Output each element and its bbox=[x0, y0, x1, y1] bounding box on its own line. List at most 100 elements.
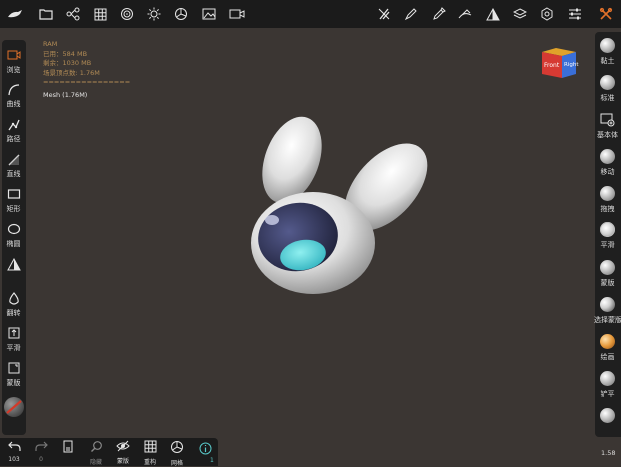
mesh-item[interactable]: Mesh (1.76M) bbox=[43, 91, 130, 101]
left-tool-label: 蒙版 bbox=[6, 379, 21, 387]
symmetry-icon bbox=[6, 257, 21, 272]
move-brush-icon bbox=[600, 149, 615, 164]
brush-icon[interactable] bbox=[402, 5, 420, 23]
left-tool-label: 矩形 bbox=[6, 205, 21, 213]
tools-icon[interactable] bbox=[597, 5, 615, 23]
brush-label: 绘画 bbox=[600, 353, 615, 361]
mesh-panel-button[interactable] bbox=[56, 440, 80, 456]
wireframe-icon bbox=[165, 440, 189, 457]
left-tool-symmetry[interactable] bbox=[0, 257, 27, 272]
brush-primitive[interactable]: 基本体 bbox=[594, 112, 621, 140]
scene-vertex-count: 场景顶点数: 1.76M bbox=[43, 68, 100, 77]
drag-brush-icon bbox=[600, 186, 615, 201]
scene-tree-icon[interactable] bbox=[64, 5, 82, 23]
left-tool-label: 直线 bbox=[6, 170, 21, 178]
brush-label: 标准 bbox=[600, 94, 615, 102]
redo-icon bbox=[29, 440, 53, 455]
camera-settings-icon[interactable] bbox=[172, 5, 190, 23]
brush-label: 蒙版 bbox=[600, 279, 615, 287]
material-icon[interactable] bbox=[118, 5, 136, 23]
flatten-icon[interactable] bbox=[457, 5, 475, 23]
sliders-icon[interactable] bbox=[566, 5, 584, 23]
info-icon bbox=[199, 442, 212, 458]
remesh-label: 重构 bbox=[143, 459, 156, 466]
smooth-brush-icon bbox=[600, 222, 615, 237]
mask-label: 蒙版 bbox=[116, 458, 129, 465]
mask-brush-icon bbox=[600, 260, 615, 275]
brush-more[interactable] bbox=[594, 408, 621, 423]
select-mask-icon bbox=[600, 297, 615, 312]
ram-free: 剩余：1030 MB bbox=[43, 59, 92, 67]
left-tool-label: 平滑 bbox=[6, 344, 21, 352]
mask-visibility-button[interactable]: 蒙版 bbox=[111, 440, 135, 465]
settings-icon[interactable] bbox=[538, 5, 556, 23]
remesh-button[interactable]: 重构 bbox=[138, 440, 162, 466]
smooth-icon bbox=[7, 327, 21, 341]
brush-clay[interactable]: 黏土 bbox=[594, 38, 621, 66]
folder-icon[interactable] bbox=[37, 5, 55, 23]
ram-title: RAM bbox=[43, 40, 58, 48]
left-tool-rectangle[interactable]: 矩形 bbox=[0, 188, 27, 214]
ram-used: 已用：584 MB bbox=[43, 49, 88, 58]
brush-label: 基本体 bbox=[597, 131, 618, 139]
wireframe-button[interactable]: 网格 bbox=[165, 440, 189, 467]
memory-info: RAM 已用：584 MB 剩余：1030 MB 场景顶点数: 1.76M ==… bbox=[43, 40, 130, 100]
brush-mask[interactable]: 蒙版 bbox=[594, 260, 621, 288]
brush-label: 平滑 bbox=[600, 241, 615, 249]
brush-flatten[interactable]: 铲平 bbox=[594, 371, 621, 399]
standard-brush-icon bbox=[600, 75, 615, 90]
undo-button[interactable]: 103 bbox=[2, 440, 26, 463]
left-tool-label: 椭圆 bbox=[6, 240, 21, 248]
brush-preview-sphere[interactable] bbox=[4, 397, 24, 417]
left-tool-smooth[interactable]: 平滑 bbox=[0, 327, 27, 353]
invert-icon bbox=[7, 292, 21, 306]
view-cube[interactable]: Front Right bbox=[538, 44, 580, 80]
undo-count: 103 bbox=[8, 456, 20, 463]
ellipse-icon bbox=[7, 223, 21, 237]
brush-move[interactable]: 移动 bbox=[594, 149, 621, 177]
app-logo-icon[interactable] bbox=[6, 5, 24, 23]
brush-drag[interactable]: 拖拽 bbox=[594, 186, 621, 214]
info-button[interactable]: 1 bbox=[193, 440, 217, 464]
hide-button[interactable]: 隐藏 bbox=[84, 440, 108, 466]
brush-standard[interactable]: 标准 bbox=[594, 75, 621, 103]
triangle-icon[interactable] bbox=[484, 5, 502, 23]
version-label: 1.58 bbox=[601, 449, 616, 457]
redo-button[interactable]: 0 bbox=[29, 440, 53, 463]
left-tool-label: 翻转 bbox=[6, 309, 21, 317]
light-icon[interactable] bbox=[145, 5, 163, 23]
hide-label: 隐藏 bbox=[89, 459, 102, 466]
image-icon[interactable] bbox=[200, 5, 218, 23]
left-tool-path[interactable]: 路径 bbox=[0, 118, 27, 144]
view-cube-right: Right bbox=[564, 62, 579, 68]
layers-icon[interactable] bbox=[511, 5, 529, 23]
visor-highlight bbox=[265, 215, 279, 225]
grid-icon[interactable] bbox=[91, 5, 109, 23]
picker-icon[interactable] bbox=[430, 5, 448, 23]
grid-icon bbox=[138, 440, 162, 456]
left-tool-ellipse[interactable]: 椭圆 bbox=[0, 223, 27, 249]
brush-label: 移动 bbox=[600, 168, 615, 176]
paint-brush-icon bbox=[600, 334, 615, 349]
left-tool-label: 曲线 bbox=[6, 100, 21, 108]
left-tool-view[interactable]: 浏览 bbox=[0, 49, 27, 75]
redo-count: 0 bbox=[39, 456, 43, 463]
brush-paint[interactable]: 绘画 bbox=[594, 334, 621, 362]
info-count: 1 bbox=[210, 457, 214, 464]
video-icon[interactable] bbox=[228, 5, 246, 23]
left-tool-curve[interactable]: 曲线 bbox=[0, 83, 27, 109]
camera-view-icon bbox=[7, 49, 21, 63]
brush-select-mask[interactable]: 选择蒙版 bbox=[594, 297, 621, 325]
brush-label: 铲平 bbox=[600, 390, 615, 398]
symmetry-off-icon[interactable] bbox=[375, 5, 393, 23]
brush-label: 拖拽 bbox=[600, 205, 615, 213]
left-tool-mask[interactable]: 蒙版 bbox=[0, 362, 27, 388]
search-icon bbox=[84, 440, 108, 456]
left-tool-invert[interactable]: 翻转 bbox=[0, 292, 27, 318]
left-tool-line[interactable]: 直线 bbox=[0, 153, 27, 179]
undo-icon bbox=[2, 440, 26, 455]
extra-brush-icon bbox=[600, 408, 615, 423]
brush-smooth[interactable]: 平滑 bbox=[594, 222, 621, 250]
view-cube-front: Front bbox=[544, 62, 560, 69]
hide-icon bbox=[111, 440, 135, 455]
